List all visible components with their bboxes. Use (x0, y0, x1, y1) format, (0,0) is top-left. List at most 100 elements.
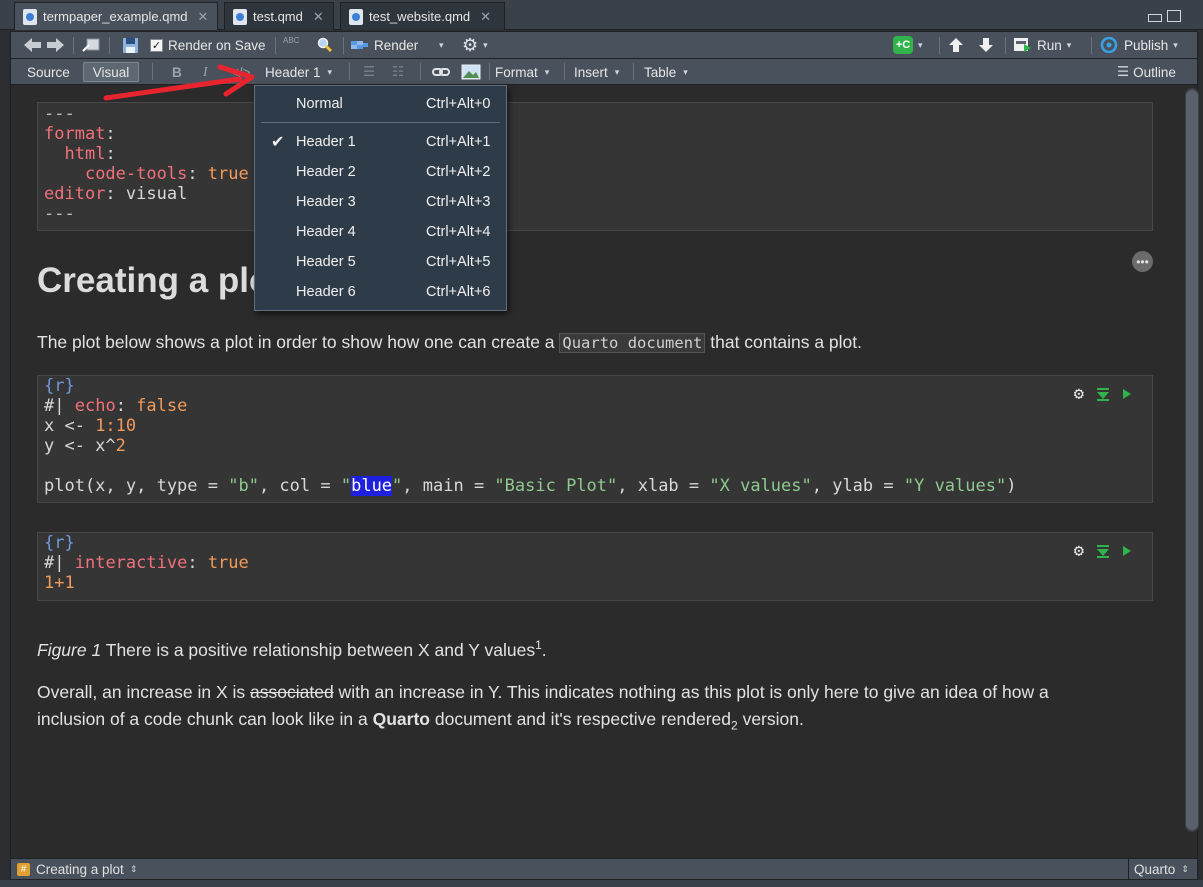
outline-button[interactable]: ☰ Outline (1111, 62, 1182, 82)
insert-label: Insert (574, 64, 608, 80)
numbered-list-button[interactable]: ☷ (386, 62, 410, 82)
minimize-pane-icon[interactable] (1148, 14, 1162, 22)
back-button[interactable] (23, 32, 43, 58)
paragraph-conclusion[interactable]: Overall, an increase in X is associated … (37, 679, 1127, 740)
code-line-y: y <- x^2 (44, 436, 126, 456)
render-options-dropdown[interactable]: ▾ (439, 32, 444, 58)
gear-icon: ⚙ (462, 34, 479, 55)
code-chunk-interactive[interactable]: {r} #| interactive: true 1+1 ⚙ (37, 532, 1153, 601)
save-icon (123, 37, 138, 53)
publish-button[interactable]: Publish ▾ (1099, 32, 1178, 58)
chevron-down-icon: ▾ (1173, 39, 1178, 50)
find-replace-button[interactable] (317, 32, 333, 58)
figure-caption[interactable]: Figure 1 There is a positive relationshi… (37, 632, 547, 664)
arrow-down-icon (979, 38, 993, 52)
quarto-file-icon (349, 8, 363, 25)
menu-item-header-5[interactable]: Header 5 Ctrl+Alt+5 (255, 248, 506, 276)
editor-pane[interactable]: --- format: html: code-tools: true edito… (10, 85, 1198, 858)
maximize-pane-icon[interactable] (1167, 10, 1181, 22)
code-line-plot: plot(x, y, type = "b", col = "blue", mai… (44, 476, 1017, 496)
show-in-window-button[interactable] (81, 32, 101, 58)
render-label: Render (374, 37, 419, 53)
run-chunk-icon[interactable] (1122, 388, 1132, 400)
publish-icon (1100, 37, 1118, 53)
menu-item-header-3[interactable]: Header 3 Ctrl+Alt+3 (255, 188, 506, 216)
gear-icon[interactable]: ⚙ (1074, 384, 1084, 404)
chevron-down-icon: ▾ (439, 39, 444, 50)
close-icon[interactable]: ✕ (313, 9, 324, 25)
menu-item-header-4[interactable]: Header 4 Ctrl+Alt+4 (255, 218, 506, 246)
tab-test-website[interactable]: test_website.qmd ✕ (340, 2, 505, 30)
section-navigator[interactable]: # Creating a plot ⇕ (17, 862, 137, 877)
next-chunk-button[interactable] (978, 32, 994, 58)
chunk-header: {r} (44, 376, 75, 396)
block-format-select[interactable]: Header 1 ▾ (259, 62, 338, 82)
close-icon[interactable]: ✕ (480, 9, 491, 25)
insert-menu[interactable]: Insert ▾ (568, 62, 625, 82)
menu-item-header-2[interactable]: Header 2 Ctrl+Alt+2 (255, 158, 506, 186)
quarto-file-icon (23, 8, 37, 25)
insert-image-button[interactable] (455, 62, 487, 82)
heading-1[interactable]: Creating a plot (37, 261, 282, 301)
tab-label: termpaper_example.qmd (43, 9, 188, 24)
previous-chunk-button[interactable] (948, 32, 964, 58)
yaml-header-block[interactable]: --- format: html: code-tools: true edito… (37, 102, 1153, 231)
run-chunk-icon[interactable] (1122, 545, 1132, 557)
yaml-open-dashes: --- (44, 104, 75, 124)
chevron-down-icon: ▾ (683, 66, 688, 77)
chevron-updown-icon: ⇕ (129, 864, 138, 874)
run-icon (1014, 37, 1031, 52)
code-line-sum: 1+1 (44, 573, 75, 593)
tab-termpaper[interactable]: termpaper_example.qmd ✕ (14, 2, 218, 30)
tab-bar: termpaper_example.qmd ✕ test.qmd ✕ test_… (0, 0, 1203, 30)
menu-divider (261, 122, 500, 123)
settings-button[interactable]: ⚙ ▾ (462, 32, 488, 58)
run-button[interactable]: Run ▾ (1014, 32, 1071, 58)
editor-toolbar: ✓ Render on Save ABC Render ▾ ⚙ ▾ +C ▾ R… (10, 31, 1198, 59)
insert-link-button[interactable] (426, 62, 456, 82)
insert-chunk-button[interactable]: +C ▾ (893, 32, 923, 58)
paragraph-intro[interactable]: The plot below shows a plot in order to … (37, 329, 862, 357)
render-on-save-toggle[interactable]: ✓ Render on Save (150, 32, 266, 58)
chevron-updown-icon: ⇕ (1181, 864, 1189, 874)
spellcheck-button[interactable]: ABC (283, 32, 299, 58)
format-label: Format (495, 64, 538, 80)
run-above-icon[interactable] (1096, 544, 1110, 558)
forward-arrow-icon (47, 38, 64, 52)
render-button[interactable]: Render (351, 32, 418, 58)
run-above-icon[interactable] (1096, 387, 1110, 401)
yaml-close-dashes: --- (44, 204, 75, 224)
quarto-file-icon (233, 8, 247, 25)
highlighted-text: blue (351, 476, 393, 496)
tab-test[interactable]: test.qmd ✕ (224, 2, 334, 30)
source-mode-button[interactable]: Source (21, 62, 76, 82)
menu-item-normal[interactable]: Normal Ctrl+Alt+0 (255, 90, 506, 118)
save-button[interactable] (122, 32, 139, 58)
close-icon[interactable]: ✕ (198, 9, 209, 25)
render-on-save-label: Render on Save (168, 37, 266, 53)
forward-button[interactable] (45, 32, 65, 58)
tab-label: test.qmd (253, 9, 303, 24)
chunk-toolbar: ⚙ (1074, 384, 1132, 404)
vertical-scrollbar[interactable] (1185, 88, 1199, 832)
chunk-toolbar: ⚙ (1074, 541, 1132, 561)
bullet-list-button[interactable]: ☰ (357, 62, 381, 82)
document-type-selector[interactable]: Quarto ⇕ (1134, 862, 1189, 877)
gear-icon[interactable]: ⚙ (1074, 541, 1084, 561)
publish-label: Publish (1124, 37, 1169, 53)
link-icon (432, 68, 450, 76)
format-menu[interactable]: Format ▾ (489, 62, 555, 82)
menu-item-header-6[interactable]: Header 6 Ctrl+Alt+6 (255, 278, 506, 306)
scrollbar-thumb[interactable] (1186, 90, 1198, 830)
status-bar: # Creating a plot ⇕ Quarto ⇕ (10, 858, 1198, 880)
code-chunk-plot[interactable]: {r} #| echo: false x <- 1:10 y <- x^2 pl… (37, 375, 1153, 503)
more-options-icon[interactable]: ••• (1132, 251, 1153, 272)
header-level-menu: Normal Ctrl+Alt+0 ✔ Header 1 Ctrl+Alt+1 Hea… (254, 85, 507, 311)
table-menu[interactable]: Table ▾ (638, 62, 694, 82)
document-type-label: Quarto (1134, 862, 1176, 877)
source-label: Source (27, 64, 70, 80)
chevron-down-icon: ▾ (483, 39, 488, 50)
menu-item-header-1[interactable]: ✔ Header 1 Ctrl+Alt+1 (255, 128, 506, 156)
hash-section-icon: # (17, 863, 30, 876)
chunk-option-echo: #| echo: false (44, 396, 188, 416)
